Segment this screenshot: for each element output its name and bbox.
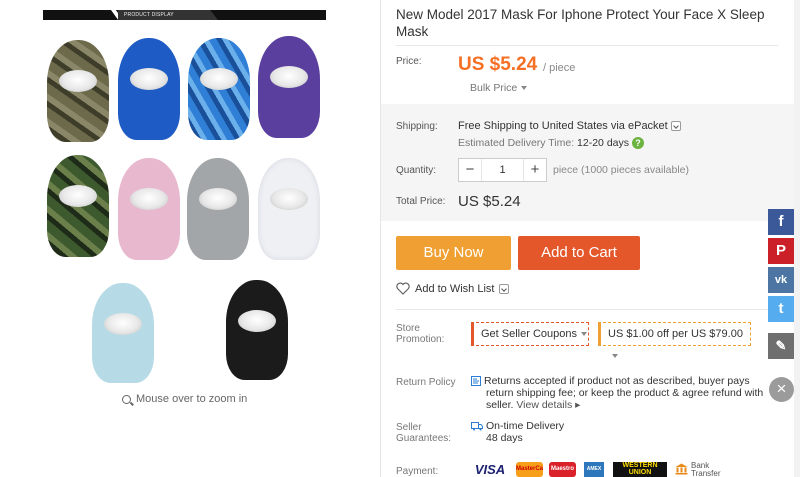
return-policy-text: Returns accepted if product not as descr…	[471, 375, 771, 411]
quantity-input[interactable]: 1	[481, 159, 524, 181]
gray-mask[interactable]	[187, 158, 249, 260]
zoom-hint: Mouse over to zoom in	[122, 393, 247, 405]
product-detail: New Model 2017 Mask For Iphone Protect Y…	[381, 0, 800, 477]
bank-transfer-label: Bank Transfer	[691, 461, 721, 477]
heart-icon	[396, 282, 410, 295]
facebook-share-icon[interactable]: f	[768, 209, 794, 235]
shipping-text: Free Shipping to United States via ePack…	[458, 120, 668, 132]
seller-guarantees-label-line2: Guarantees:	[396, 433, 452, 444]
close-icon[interactable]: ×	[769, 377, 794, 402]
product-gallery: PRODUCT DISPLAY Mouse over to zoom in	[0, 0, 380, 477]
caret-down-icon	[581, 332, 587, 337]
on-time-delivery: On-time Delivery	[486, 420, 565, 432]
delivery-label: Estimated Delivery Time:	[458, 137, 575, 149]
delivery-info: Estimated Delivery Time: 12-20 days?	[458, 137, 644, 150]
twitter-share-icon[interactable]: t	[768, 296, 794, 322]
zoom-hint-text: Mouse over to zoom in	[136, 393, 248, 405]
western-union-icon: WESTERN UNION	[613, 462, 667, 477]
price-value: US $5.24	[458, 54, 538, 75]
increase-quantity-button[interactable]: +	[524, 159, 546, 181]
view-details-link[interactable]: View details ▸	[516, 399, 580, 411]
gallery-banner-label: PRODUCT DISPLAY	[124, 12, 174, 18]
return-policy-label: Return Policy	[396, 377, 456, 388]
return-policy-line3: seller.	[486, 399, 514, 411]
chevron-down-icon[interactable]	[499, 283, 510, 294]
delivery-value: 12-20 days	[577, 137, 629, 149]
get-seller-coupons-label: Get Seller Coupons	[481, 328, 577, 340]
quantity-label: Quantity:	[396, 165, 437, 176]
pinterest-share-icon[interactable]: P	[768, 238, 794, 264]
store-promotion-label-line2: Promotion:	[396, 334, 445, 345]
product-title: New Model 2017 Mask For Iphone Protect Y…	[396, 7, 765, 39]
price-label: Price:	[396, 56, 422, 67]
light-blue-mask[interactable]	[92, 283, 154, 383]
add-to-cart-button[interactable]: Add to Cart	[518, 236, 640, 270]
purple-mask[interactable]	[258, 36, 320, 138]
store-discount-label: US $1.00 off per US $79.00	[608, 328, 743, 340]
return-policy-line1: Returns accepted if product not as descr…	[484, 375, 750, 387]
quantity-stepper[interactable]: − 1 +	[458, 158, 547, 182]
gallery-banner: PRODUCT DISPLAY	[43, 10, 326, 20]
store-discount-dropdown[interactable]: US $1.00 off per US $79.00	[598, 322, 751, 359]
view-details-label: View details	[516, 399, 573, 411]
visa-icon: VISA	[474, 462, 506, 477]
delivery-days: 48 days	[486, 432, 523, 444]
caret-down-icon	[521, 86, 528, 91]
vk-share-icon[interactable]: vk	[768, 267, 794, 293]
return-icon	[471, 376, 481, 387]
add-to-wish-list-button[interactable]: Add to Wish List	[396, 282, 510, 295]
bank-transfer-icon: Bank Transfer	[675, 462, 721, 477]
bank-icon	[675, 463, 688, 475]
bulk-price-toggle[interactable]: Bulk Price	[470, 82, 528, 94]
total-price-label: Total Price:	[396, 196, 446, 207]
truck-icon	[471, 422, 483, 431]
quantity-availability: piece (1000 pieces available)	[553, 164, 690, 176]
seller-guarantees-label-line1: Seller	[396, 422, 422, 433]
store-promotion-label-line1: Store	[396, 323, 420, 334]
pink-mask[interactable]	[118, 158, 180, 260]
seller-guarantees-text: On-time Delivery 48 days	[471, 420, 564, 444]
help-icon[interactable]: ?	[632, 137, 644, 150]
shipping-info[interactable]: Free Shipping to United States via ePack…	[458, 120, 681, 132]
wish-list-label: Add to Wish List	[415, 282, 495, 295]
amex-icon: AMEX	[584, 462, 604, 477]
store-promotion-label: Store Promotion:	[396, 323, 444, 345]
green-camo-mask[interactable]	[47, 155, 109, 257]
caret-down-icon	[612, 354, 618, 359]
digital-blue-camo-mask[interactable]	[188, 38, 250, 140]
maestro-icon: Maestro	[549, 462, 576, 477]
mastercard-icon: MasterCard	[516, 462, 543, 477]
seller-guarantees-label: Seller Guarantees:	[396, 422, 451, 444]
divider	[396, 45, 778, 46]
magnifier-icon	[122, 394, 131, 404]
total-price-value: US $5.24	[458, 193, 521, 210]
return-policy-line2: return shipping fee; or keep the product…	[486, 387, 764, 399]
royal-blue-mask[interactable]	[118, 38, 180, 140]
price-unit: / piece	[543, 62, 576, 74]
get-seller-coupons-dropdown[interactable]: Get Seller Coupons	[471, 322, 589, 346]
black-mask[interactable]	[226, 280, 288, 380]
camo-brown-mask[interactable]	[47, 40, 109, 142]
white-mask[interactable]	[258, 158, 320, 260]
payment-label: Payment:	[396, 466, 439, 477]
page-scrollbar[interactable]	[794, 0, 800, 477]
bulk-price-label: Bulk Price	[470, 82, 518, 94]
shipping-label: Shipping:	[396, 121, 438, 132]
decrease-quantity-button[interactable]: −	[459, 159, 481, 181]
edit-icon[interactable]: ✎	[768, 333, 794, 359]
buy-now-button[interactable]: Buy Now	[396, 236, 511, 270]
chevron-down-icon[interactable]	[670, 121, 681, 132]
divider	[396, 309, 778, 310]
